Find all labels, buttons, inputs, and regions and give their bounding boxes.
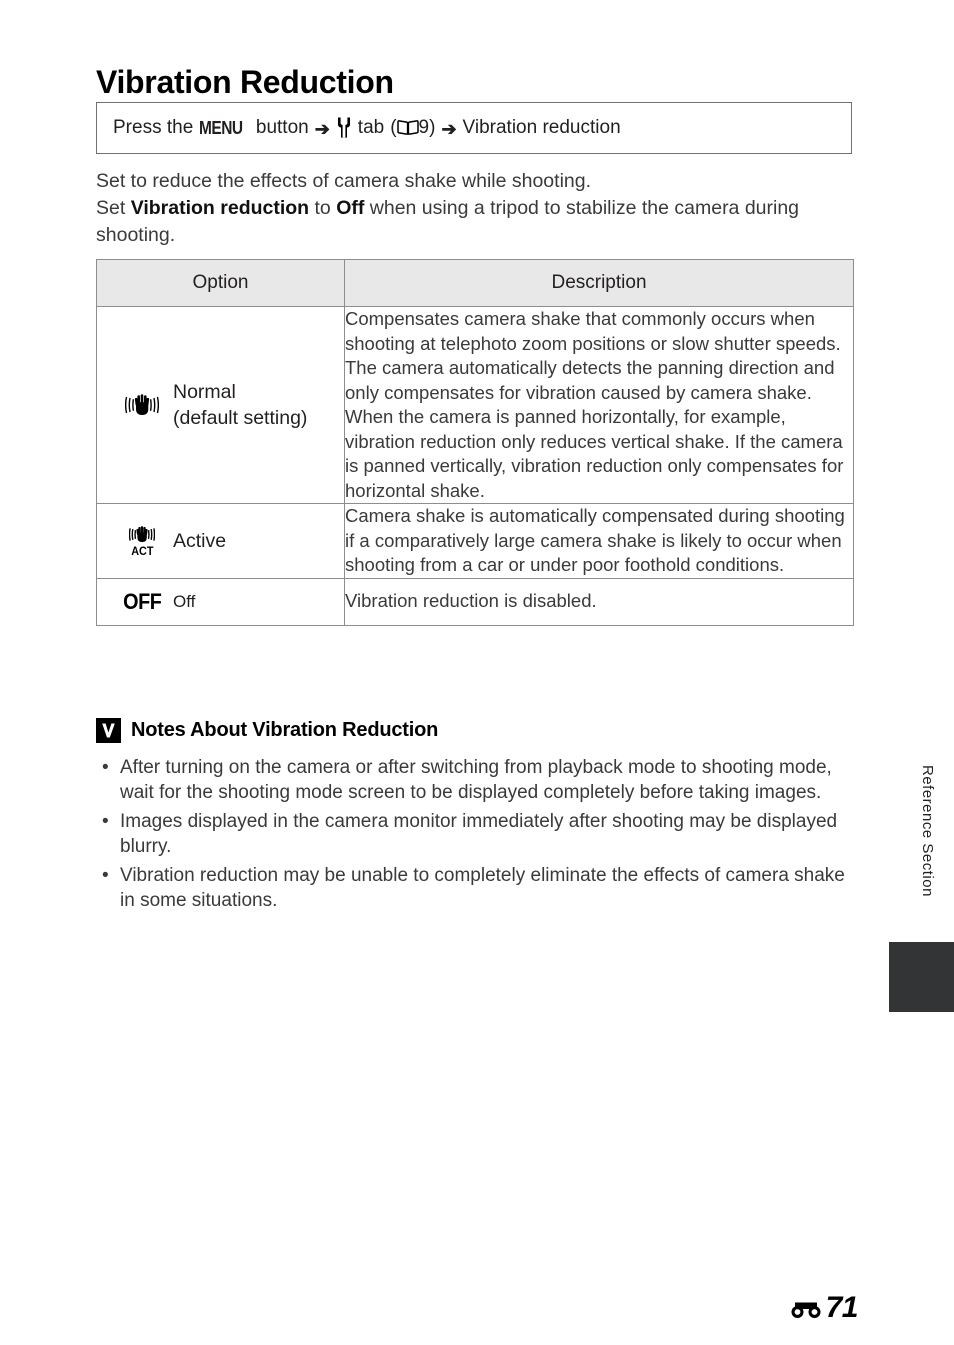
page-number: 71: [825, 1291, 859, 1324]
notes-block: Notes About Vibration Reduction • After …: [96, 718, 856, 917]
bullet-icon: •: [102, 757, 109, 778]
note-text: Vibration reduction may be unable to com…: [120, 865, 845, 911]
option-cell-off: OFF Off: [96, 577, 345, 626]
menu-path-box: Press the MENU button ➔ tab (9) ➔ Vibra…: [96, 102, 852, 154]
menu-path-press-label: Press the: [113, 117, 194, 138]
off-text-icon: OFF: [111, 589, 173, 615]
page-footer: 71: [788, 1291, 859, 1324]
notes-list: • After turning on the camera or after s…: [96, 755, 856, 913]
menu-path-button-word: button: [255, 117, 309, 138]
vr-hand-normal-icon: [111, 393, 173, 417]
option-cell-normal: Normal (default setting): [96, 306, 345, 504]
checkmark-note-icon: [96, 718, 121, 743]
wrench-setup-tab-icon: [336, 115, 352, 142]
table-header-row: Option Description: [96, 259, 854, 307]
option-label-line1: Normal: [173, 381, 236, 403]
off-icon-text: OFF: [122, 588, 162, 614]
section-tab-marker: [889, 942, 954, 1012]
vibration-reduction-options-table: Option Description Normal (default setti…: [96, 259, 854, 626]
option-label-off: Off: [173, 591, 196, 611]
note-text: Images displayed in the camera monitor i…: [120, 811, 838, 857]
intro-line-1: Set to reduce the effects of camera shak…: [96, 170, 592, 192]
table-row: Normal (default setting) Compensates cam…: [96, 306, 854, 504]
menu-path-tab-word: tab: [357, 117, 385, 138]
option-cell-active: ACT Active: [96, 503, 345, 579]
description-cell-off: Vibration reduction is disabled.: [344, 577, 854, 626]
menu-path-text: Press the MENU button ➔ tab (9) ➔ Vibra…: [97, 115, 621, 142]
description-cell-normal: Compensates camera shake that commonly o…: [344, 306, 854, 504]
option-label-line2: (default setting): [173, 407, 308, 429]
menu-button-glyph: MENU: [199, 117, 243, 138]
e-reference-icon: [788, 1295, 824, 1321]
option-label-active: Active: [173, 529, 227, 552]
notes-title: Notes About Vibration Reduction: [131, 719, 439, 741]
intro-prefix: Set: [96, 197, 131, 219]
table-row: OFF Off Vibration reduction is disabled.: [96, 577, 854, 626]
description-cell-active: Camera shake is automatically compensate…: [344, 503, 854, 579]
active-icon-text: ACT: [130, 543, 154, 558]
notes-header: Notes About Vibration Reduction: [96, 718, 856, 743]
intro-mid: to: [309, 197, 337, 219]
bullet-icon: •: [102, 865, 109, 886]
list-item: • Vibration reduction may be unable to c…: [96, 863, 856, 913]
arrow-right-icon-2: ➔: [441, 119, 457, 139]
book-reference-icon: [396, 117, 419, 139]
column-header-option: Option: [96, 259, 345, 307]
option-label-normal: Normal (default setting): [173, 379, 307, 431]
list-item: • After turning on the camera or after s…: [96, 755, 856, 805]
section-side-label: Reference Section: [919, 765, 936, 897]
bullet-icon: •: [102, 811, 109, 832]
intro-bold-vibration-reduction: Vibration reduction: [130, 197, 310, 219]
column-header-description: Description: [344, 259, 854, 307]
document-page: Vibration Reduction Press the MENU butto…: [0, 0, 954, 1345]
vr-hand-active-icon: ACT: [111, 525, 173, 557]
intro-paragraph: Set to reduce the effects of camera shak…: [96, 168, 856, 249]
menu-path-destination: Vibration reduction: [462, 117, 621, 138]
arrow-right-icon: ➔: [314, 119, 330, 139]
table-row: ACT Active Camera shake is automatically…: [96, 503, 854, 579]
note-text: After turning on the camera or after swi…: [120, 757, 832, 803]
menu-path-ref-page: 9): [418, 117, 436, 138]
intro-bold-off: Off: [336, 197, 365, 219]
intro-line-2: Set Vibration reduction to Off when usin…: [96, 195, 856, 249]
page-title: Vibration Reduction: [96, 64, 394, 101]
list-item: • Images displayed in the camera monitor…: [96, 809, 856, 859]
